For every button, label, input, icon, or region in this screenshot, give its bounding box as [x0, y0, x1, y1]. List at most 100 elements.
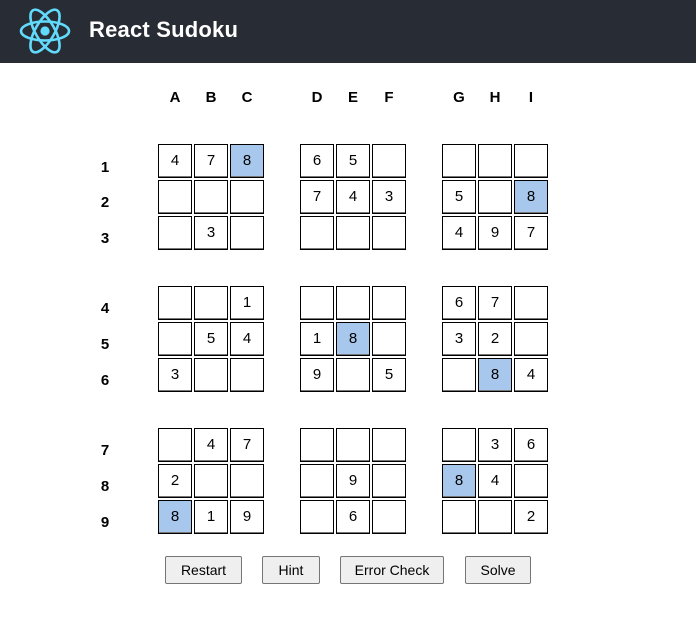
- column-label: E: [347, 89, 358, 106]
- sudoku-cell-g1[interactable]: [442, 144, 476, 178]
- sudoku-cell-e1[interactable]: 5: [336, 144, 370, 178]
- sudoku-cell-g9[interactable]: [442, 500, 476, 534]
- sudoku-cell-g7[interactable]: [442, 428, 476, 462]
- sudoku-cell-g8[interactable]: 8: [442, 464, 476, 498]
- sudoku-cell-f3[interactable]: [372, 216, 406, 250]
- sudoku-cell-e8[interactable]: 9: [336, 464, 370, 498]
- sudoku-cell-h8[interactable]: 4: [478, 464, 512, 498]
- sudoku-cell-b5[interactable]: 5: [194, 322, 228, 356]
- sudoku-cell-d2[interactable]: 7: [300, 180, 334, 214]
- sudoku-cell-h6[interactable]: 8: [478, 358, 512, 392]
- sudoku-cell-b8[interactable]: [194, 464, 228, 498]
- sudoku-cell-c9[interactable]: 9: [230, 500, 264, 534]
- sudoku-cell-e7[interactable]: [336, 428, 370, 462]
- sudoku-cell-g4[interactable]: 6: [442, 286, 476, 320]
- sudoku-cell-f5[interactable]: [372, 322, 406, 356]
- sudoku-cell-h4[interactable]: 7: [478, 286, 512, 320]
- column-label: F: [384, 89, 394, 106]
- sudoku-cell-d5[interactable]: 1: [300, 322, 334, 356]
- sudoku-cell-e9[interactable]: 6: [336, 500, 370, 534]
- sudoku-cell-e4[interactable]: [336, 286, 370, 320]
- row-label: 9: [100, 514, 110, 531]
- sudoku-cell-f4[interactable]: [372, 286, 406, 320]
- sudoku-cell-e2[interactable]: 4: [336, 180, 370, 214]
- sudoku-cell-i6[interactable]: 4: [514, 358, 548, 392]
- sudoku-cell-i9[interactable]: 2: [514, 500, 548, 534]
- sudoku-cell-c6[interactable]: [230, 358, 264, 392]
- restart-button[interactable]: Restart: [165, 556, 242, 584]
- react-atom-icon: [18, 4, 72, 58]
- sudoku-cell-h7[interactable]: 3: [478, 428, 512, 462]
- row-label: 8: [100, 478, 110, 495]
- sudoku-cell-h1[interactable]: [478, 144, 512, 178]
- sudoku-cell-i2[interactable]: 8: [514, 180, 548, 214]
- sudoku-cell-d1[interactable]: 6: [300, 144, 334, 178]
- sudoku-cell-h9[interactable]: [478, 500, 512, 534]
- column-label: B: [205, 89, 217, 106]
- hint-button[interactable]: Hint: [262, 556, 320, 584]
- sudoku-cell-c5[interactable]: 4: [230, 322, 264, 356]
- sudoku-cell-i1[interactable]: [514, 144, 548, 178]
- sudoku-cell-e3[interactable]: [336, 216, 370, 250]
- column-label: I: [528, 89, 534, 106]
- sudoku-cell-d7[interactable]: [300, 428, 334, 462]
- sudoku-cell-g6[interactable]: [442, 358, 476, 392]
- sudoku-cell-h2[interactable]: [478, 180, 512, 214]
- sudoku-cell-a8[interactable]: 2: [158, 464, 192, 498]
- row-label: 3: [100, 230, 110, 247]
- row-label: 7: [100, 442, 110, 459]
- sudoku-cell-b3[interactable]: 3: [194, 216, 228, 250]
- column-label: A: [169, 89, 181, 106]
- sudoku-cell-i8[interactable]: [514, 464, 548, 498]
- sudoku-cell-c4[interactable]: 1: [230, 286, 264, 320]
- sudoku-cell-f7[interactable]: [372, 428, 406, 462]
- sudoku-cell-c3[interactable]: [230, 216, 264, 250]
- sudoku-cell-d9[interactable]: [300, 500, 334, 534]
- sudoku-cell-g5[interactable]: 3: [442, 322, 476, 356]
- sudoku-cell-i3[interactable]: 7: [514, 216, 548, 250]
- error-check-button[interactable]: Error Check: [340, 556, 444, 584]
- sudoku-cell-c8[interactable]: [230, 464, 264, 498]
- sudoku-cell-g3[interactable]: 4: [442, 216, 476, 250]
- sudoku-cell-c2[interactable]: [230, 180, 264, 214]
- sudoku-cell-b6[interactable]: [194, 358, 228, 392]
- sudoku-cell-a5[interactable]: [158, 322, 192, 356]
- column-label: C: [241, 89, 253, 106]
- sudoku-cell-g2[interactable]: 5: [442, 180, 476, 214]
- sudoku-cell-f8[interactable]: [372, 464, 406, 498]
- sudoku-cell-h3[interactable]: 9: [478, 216, 512, 250]
- sudoku-cell-a7[interactable]: [158, 428, 192, 462]
- sudoku-cell-a4[interactable]: [158, 286, 192, 320]
- sudoku-cell-b2[interactable]: [194, 180, 228, 214]
- sudoku-cell-c1[interactable]: 8: [230, 144, 264, 178]
- sudoku-cell-f1[interactable]: [372, 144, 406, 178]
- sudoku-cell-i7[interactable]: 6: [514, 428, 548, 462]
- sudoku-cell-b7[interactable]: 4: [194, 428, 228, 462]
- sudoku-cell-a3[interactable]: [158, 216, 192, 250]
- sudoku-cell-d4[interactable]: [300, 286, 334, 320]
- row-label: 4: [100, 300, 110, 317]
- sudoku-cell-f2[interactable]: 3: [372, 180, 406, 214]
- row-label: 2: [100, 194, 110, 211]
- column-label: H: [489, 89, 501, 106]
- column-label: D: [311, 89, 323, 106]
- sudoku-cell-c7[interactable]: 7: [230, 428, 264, 462]
- sudoku-cell-d6[interactable]: 9: [300, 358, 334, 392]
- sudoku-cell-a6[interactable]: 3: [158, 358, 192, 392]
- sudoku-cell-h5[interactable]: 2: [478, 322, 512, 356]
- sudoku-cell-a2[interactable]: [158, 180, 192, 214]
- sudoku-cell-i5[interactable]: [514, 322, 548, 356]
- solve-button[interactable]: Solve: [465, 556, 531, 584]
- sudoku-cell-b9[interactable]: 1: [194, 500, 228, 534]
- sudoku-cell-i4[interactable]: [514, 286, 548, 320]
- sudoku-cell-f6[interactable]: 5: [372, 358, 406, 392]
- sudoku-cell-e5[interactable]: 8: [336, 322, 370, 356]
- sudoku-cell-b4[interactable]: [194, 286, 228, 320]
- sudoku-cell-d3[interactable]: [300, 216, 334, 250]
- sudoku-cell-b1[interactable]: 7: [194, 144, 228, 178]
- sudoku-cell-a9[interactable]: 8: [158, 500, 192, 534]
- sudoku-cell-d8[interactable]: [300, 464, 334, 498]
- sudoku-cell-e6[interactable]: [336, 358, 370, 392]
- sudoku-cell-f9[interactable]: [372, 500, 406, 534]
- sudoku-cell-a1[interactable]: 4: [158, 144, 192, 178]
